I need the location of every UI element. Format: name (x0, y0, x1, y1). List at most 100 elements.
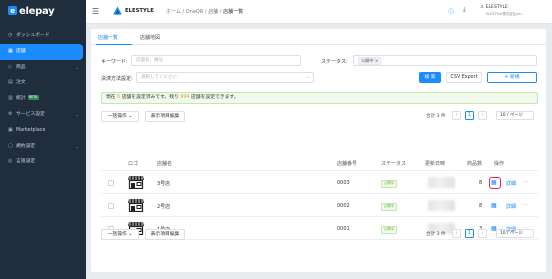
menu-toggle-icon[interactable]: ☰ (92, 7, 99, 16)
chevron-down-icon: ⌄ (75, 64, 79, 70)
keyword-input[interactable]: 店舗名、番号 (131, 55, 301, 66)
table-row[interactable]: 3号店 0003 公開中 8 ▦ 詳細 ··· (101, 171, 538, 194)
chevron-down-icon: ⌄ (128, 232, 133, 237)
globe-icon: ◎ (8, 158, 13, 165)
notice-mid: 店舗を設定済みです。残り (120, 95, 181, 100)
col-status: ステータス (381, 161, 407, 167)
elepay-logo-icon: e (8, 6, 17, 15)
gear-icon: ⚙ (8, 110, 13, 117)
status-badge: 公開中 (381, 203, 397, 211)
svg-text:e: e (10, 6, 15, 15)
sidebar-item-orders[interactable]: ▤ 注文 (0, 75, 86, 91)
sidebar-item-service-settings[interactable]: ⚙ サービス設定 ⌄ (0, 107, 86, 123)
next-page-button[interactable]: › (478, 111, 487, 120)
store-name: 3号店 (157, 181, 171, 187)
store-number: 0003 (337, 180, 350, 186)
product-count: 8 (479, 180, 483, 186)
sidebar-item-marketplace[interactable]: ▣ Marketplace (0, 123, 86, 139)
tab-store-list[interactable]: 店舗一覧 (98, 34, 118, 41)
edit-columns-button-bottom[interactable]: 表示項目編集 (145, 229, 185, 240)
tabs: 店舗一覧 店舗地図 (91, 29, 546, 45)
store-icon: ▦ (8, 47, 13, 54)
notice-pre: 現在 (106, 95, 118, 100)
breadcrumb-stores[interactable]: 店舗 (208, 9, 218, 15)
table-row[interactable]: 2号店 0002 公開中 8 ▦ 詳細 ··· (101, 194, 538, 217)
sidebar-item-stores[interactable]: ▦ 店舗 (0, 43, 83, 60)
col-updated: 更新日時 (425, 161, 446, 167)
qr-code-icon[interactable]: ▦ (491, 202, 498, 209)
page-size-select-bottom[interactable]: 10 / ページ (496, 229, 534, 238)
new-store-button[interactable]: + 新規 (487, 72, 537, 83)
detail-link[interactable]: 詳細 (506, 203, 516, 210)
status-select[interactable]: 公開中 × (353, 55, 537, 66)
edit-columns-button[interactable]: 表示項目編集 (145, 111, 185, 122)
bulk-action-dropdown[interactable]: 一括操作 ⌄ (101, 111, 139, 122)
status-label: ステータス: (321, 59, 348, 65)
chart-icon: ▥ (8, 95, 13, 102)
detail-link[interactable]: 詳細 (506, 180, 516, 187)
elepay-logo[interactable]: e elepay (8, 6, 55, 17)
payment-placeholder: 選択してください (141, 75, 177, 80)
sidebar-item-language[interactable]: ◎ 言語設定 (0, 154, 86, 170)
more-icon[interactable]: ··· (523, 202, 528, 208)
updated-at-redacted (428, 200, 455, 211)
topbar: ☰ ELESTYLE ホーム / OneQR / 店舗 / 店舗一覧 ⓘ ⤓ ♙… (86, 0, 552, 24)
logo-text: elepay (19, 6, 55, 17)
sidebar-nav: ◷ ダッシュボード ▦ 店舗 ◇ 商品 ⌄ ▤ 注文 ▥ 統計 BETA ⚙ サービス設定 ⌄ ▣… (0, 28, 86, 170)
status-tag[interactable]: 公開中 × (358, 57, 382, 65)
prev-page-button[interactable]: ‹ (452, 111, 461, 120)
bulk-action-label: 一括操作 (107, 232, 127, 237)
row-checkbox[interactable] (108, 203, 114, 209)
status-badge: 公開中 (381, 226, 397, 234)
highlight-box (488, 176, 501, 189)
grid-icon: ▣ (8, 126, 13, 133)
chevron-down-icon: ⌄ (75, 143, 79, 149)
bulk-action-dropdown-bottom[interactable]: 一括操作 ⌄ (101, 229, 139, 240)
chevron-down-icon: ⌄ (75, 111, 79, 117)
sidebar-item-stats[interactable]: ▥ 統計 BETA (0, 91, 86, 107)
breadcrumb-current: 店舗一覧 (223, 9, 244, 15)
prev-page-button[interactable]: ‹ (452, 229, 461, 238)
page-1-button[interactable]: 1 (465, 111, 474, 120)
beta-badge: BETA (27, 95, 39, 101)
sidebar-item-label: 統計 (16, 96, 26, 102)
brand-name: ELESTYLE (125, 7, 154, 14)
tag-icon: ◇ (8, 63, 12, 70)
sidebar-item-label: 店舗 (16, 48, 26, 54)
sidebar-item-dashboard[interactable]: ◷ ダッシュボード (0, 28, 86, 44)
payment-select[interactable]: 選択してください ⌄ (136, 72, 314, 83)
sidebar-item-products[interactable]: ◇ 商品 ⌄ (0, 60, 86, 76)
page-1-button[interactable]: 1 (465, 229, 474, 238)
user-company: ELESTYLE株式会社(et... (486, 12, 525, 16)
store-logo-icon (128, 199, 144, 212)
chevron-down-icon: ⌄ (128, 114, 133, 119)
content-card: 店舗一覧 店舗地図 キーワード: 店舗名、番号 ステータス: 公開中 × 決済方… (91, 29, 546, 272)
help-icon[interactable]: ⓘ (448, 7, 454, 16)
total-count-bottom: 合計 3 件 (426, 232, 446, 237)
tab-store-map[interactable]: 店舗地図 (140, 34, 160, 41)
col-logo: ロゴ (128, 161, 139, 167)
breadcrumb-home[interactable]: ホーム (166, 9, 181, 15)
sidebar: e elepay ◷ ダッシュボード ▦ 店舗 ◇ 商品 ⌄ ▤ 注文 ▥ 統計 BETA ⚙ サ… (0, 0, 86, 279)
user-menu[interactable]: ♙ ELESTYLE ELESTYLE株式会社(et... (480, 5, 524, 17)
row-checkbox[interactable] (108, 180, 114, 186)
next-page-button[interactable]: › (478, 229, 487, 238)
col-actions: 操作 (494, 161, 505, 167)
col-store-name: 店舗名 (157, 161, 173, 167)
sidebar-item-label: 注文 (16, 80, 26, 86)
sidebar-item-terms[interactable]: ▢ 規約設定 ⌄ (0, 139, 86, 155)
sidebar-item-label: ダッシュボード (16, 33, 50, 38)
brand: ELESTYLE (113, 6, 154, 15)
quota-notice: 現在 6 店舗を設定済みです。残り 994 店舗を設定できます。 (101, 92, 538, 104)
page-size-select[interactable]: 10 / ページ (496, 111, 534, 120)
sidebar-item-label: Marketplace (16, 127, 46, 133)
breadcrumb-oneqr[interactable]: OneQR (186, 9, 204, 15)
search-button[interactable]: 検 索 (419, 72, 441, 83)
more-icon[interactable]: ··· (523, 179, 528, 185)
table-header: ロゴ 店舗名 店舗番号 ステータス 更新日時 商品数 操作 (101, 158, 538, 171)
store-number: 0001 (337, 226, 350, 232)
store-number: 0002 (337, 203, 350, 209)
csv-export-button[interactable]: CSV Export (446, 72, 482, 83)
download-icon[interactable]: ⤓ (463, 6, 466, 14)
payment-label: 決済方法設定: (101, 76, 133, 82)
